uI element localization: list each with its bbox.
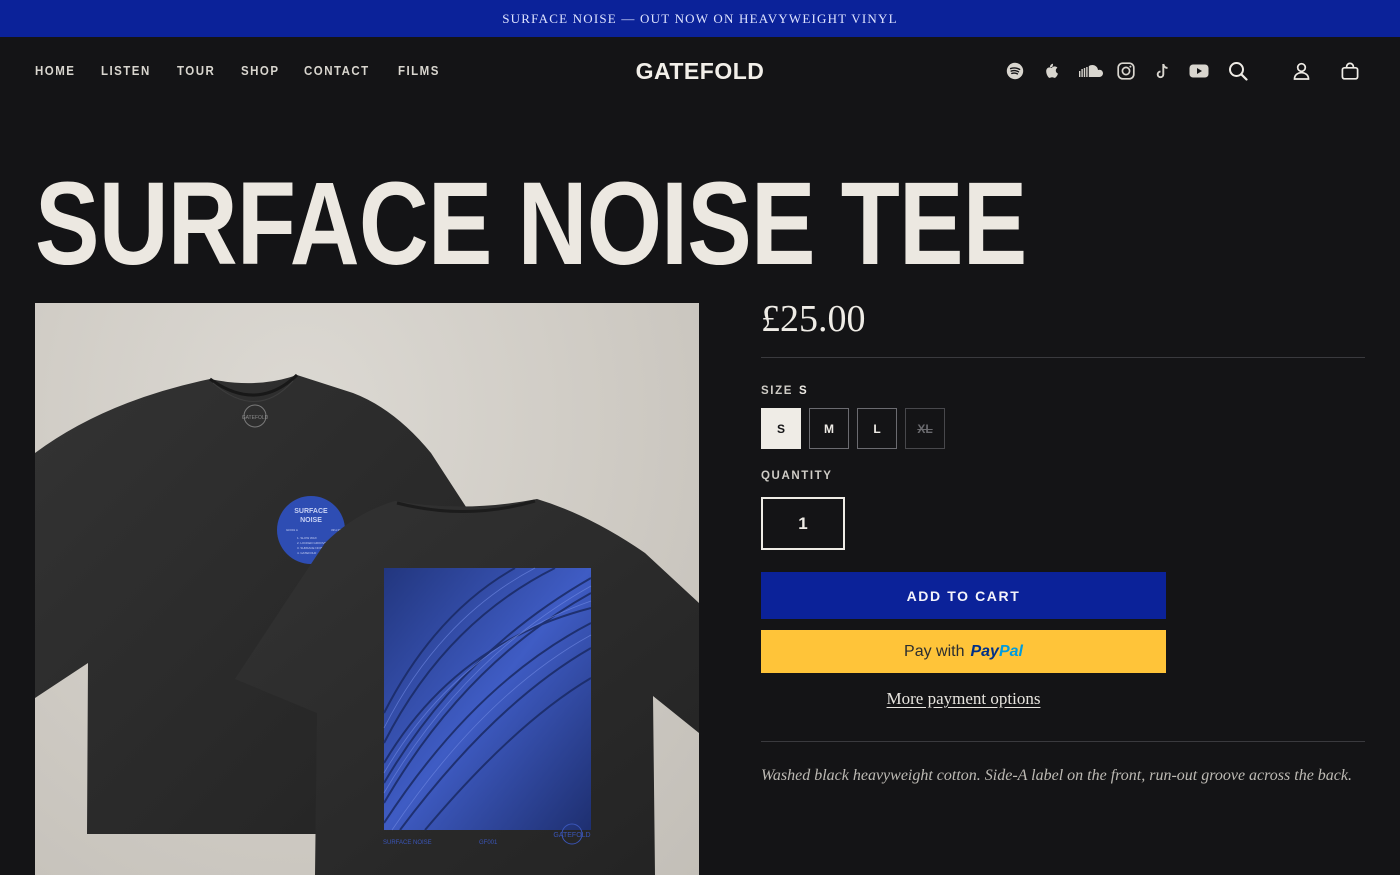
youtube-icon[interactable] [1188,60,1210,82]
size-option-s[interactable]: S [761,408,801,449]
nav-listen[interactable]: LISTEN [101,64,151,78]
paypal-logo-pay: Pay [970,642,999,660]
product-price: £25.00 [761,298,866,340]
product-title: SURFACE NOISE TEE [35,158,1027,290]
announcement-bar[interactable]: SURFACE NOISE — OUT NOW ON HEAVYWEIGHT V… [0,0,1400,37]
size-label: SIZE S [761,385,808,397]
nav-tour[interactable]: TOUR [177,64,215,78]
paypal-button[interactable]: Pay with Pay Pal [761,630,1166,673]
nav-home[interactable]: HOME [35,64,75,78]
tiktok-icon[interactable] [1151,60,1173,82]
search-icon[interactable] [1227,60,1249,82]
instagram-icon[interactable] [1115,60,1137,82]
quantity-label: QUANTITY [761,470,833,482]
cart-icon[interactable] [1339,60,1361,82]
product-description: Washed black heavyweight cotton. Side-A … [761,767,1352,784]
add-to-cart-button[interactable]: ADD TO CART [761,572,1166,619]
paypal-prefix: Pay with [904,642,965,660]
size-options: S M L XL [761,408,945,449]
front-label-title-2: NOISE [300,517,322,524]
site-logo[interactable]: GATEFOLD [636,58,765,84]
divider [761,741,1365,742]
front-track-4: 4. GATEFOLD [297,551,317,555]
back-caption-mid: GF001 [479,840,498,846]
size-option-xl[interactable]: XL [905,408,945,449]
front-track-1: 1. SLOW WAX [297,536,317,540]
front-track-2: 2. LOCKED GROOVE [297,541,327,545]
nav-films[interactable]: FILMS [398,64,440,78]
header-icons [1004,60,1361,82]
collar-logo: GATEFOLD [242,415,269,421]
paypal-logo-pal: Pal [998,642,1023,660]
size-option-l[interactable]: L [857,408,897,449]
main-nav: HOME LISTEN TOUR SHOP CONTACT FILMS [35,64,465,78]
size-option-m[interactable]: M [809,408,849,449]
apple-music-icon[interactable] [1041,60,1063,82]
front-label-title-1: SURFACE [294,508,328,515]
front-track-3: 3. SURFACE NOISE [297,546,325,550]
announcement-text[interactable]: SURFACE NOISE — OUT NOW ON HEAVYWEIGHT V… [502,11,898,27]
soundcloud-icon[interactable] [1079,60,1103,82]
back-caption-left: SURFACE NOISE [383,840,432,846]
product-image[interactable]: GATEFOLD SURFACE NOISE GF001 A 33⅓ RPM 1… [35,303,699,875]
nav-shop[interactable]: SHOP [241,64,279,78]
front-label-left: GF001 A [286,528,298,532]
quantity-input[interactable]: 1 [761,497,845,550]
spotify-icon[interactable] [1004,60,1026,82]
back-logo: GATEFOLD [553,832,590,839]
account-icon[interactable] [1290,60,1312,82]
size-label-text: SIZE [761,385,793,397]
divider [761,357,1365,358]
size-selected-value: S [798,385,809,397]
nav-contact[interactable]: CONTACT [304,64,370,78]
more-payment-options-link[interactable]: More payment options [761,689,1166,709]
